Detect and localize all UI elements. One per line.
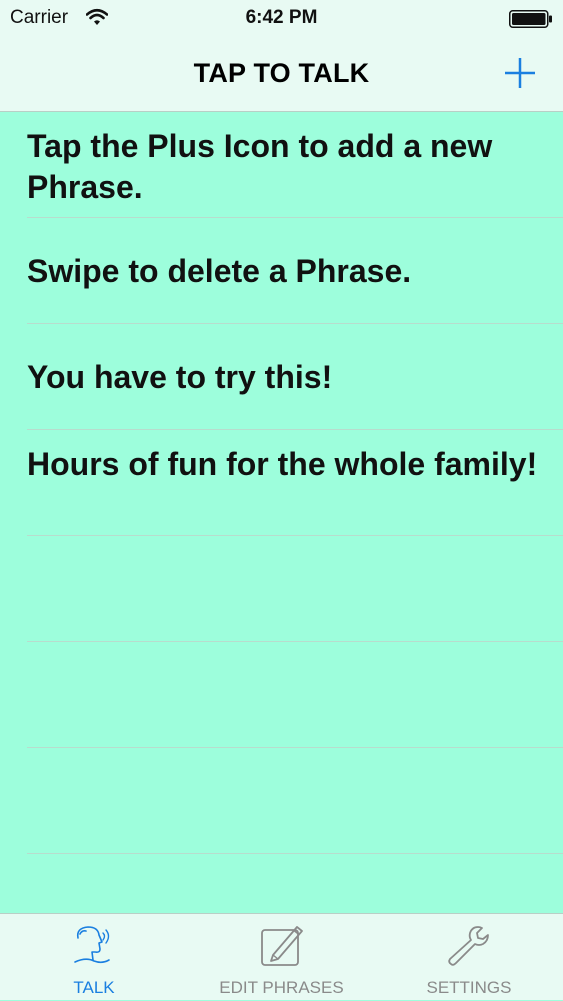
phrase-row[interactable]: Swipe to delete a Phrase. xyxy=(27,218,563,324)
phrase-text: Hours of fun for the whole family! xyxy=(27,446,538,482)
plus-icon xyxy=(505,58,535,88)
phrase-row[interactable] xyxy=(27,854,563,914)
phrase-row[interactable] xyxy=(27,536,563,642)
status-bar: Carrier 6:42 PM xyxy=(0,0,563,38)
phrase-text: You have to try this! xyxy=(27,359,333,395)
tab-edit-phrases[interactable]: EDIT PHRASES xyxy=(188,914,375,1001)
tab-talk[interactable]: TALK xyxy=(0,914,188,1001)
phrase-row[interactable] xyxy=(27,748,563,854)
tab-label: EDIT PHRASES xyxy=(219,978,344,997)
phrase-text: Swipe to delete a Phrase. xyxy=(27,253,412,289)
battery-icon xyxy=(509,10,553,33)
tab-label: TALK xyxy=(73,978,115,997)
status-time: 6:42 PM xyxy=(245,7,318,28)
wrench-icon xyxy=(445,924,491,973)
tab-bar: TALK EDIT PHRASES SETTINGS xyxy=(0,913,563,1000)
talk-icon xyxy=(72,924,112,971)
phrase-list: Tap the Plus Icon to add a new Phrase. S… xyxy=(0,112,563,914)
edit-icon xyxy=(259,924,307,973)
add-phrase-button[interactable] xyxy=(503,56,537,90)
phrase-row[interactable] xyxy=(27,642,563,748)
phrase-row[interactable]: Hours of fun for the whole family! xyxy=(27,430,563,536)
page-title: TAP TO TALK xyxy=(193,58,370,88)
tab-settings[interactable]: SETTINGS xyxy=(375,914,563,1001)
phrase-row[interactable]: You have to try this! xyxy=(27,324,563,430)
phrase-text: Tap the Plus Icon to add a new Phrase. xyxy=(27,128,493,205)
phrase-row[interactable]: Tap the Plus Icon to add a new Phrase. xyxy=(27,112,563,218)
top-bar: Carrier 6:42 PM TAP TO TALK xyxy=(0,0,563,112)
tab-label: SETTINGS xyxy=(426,978,512,997)
